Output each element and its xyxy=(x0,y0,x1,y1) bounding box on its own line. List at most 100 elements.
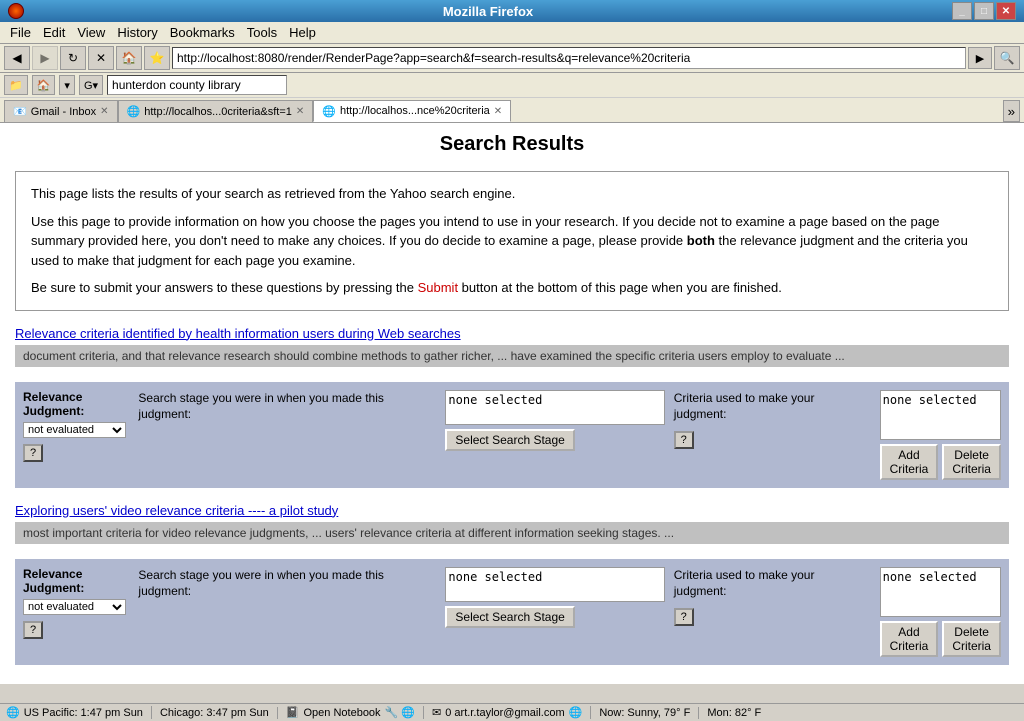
back-btn[interactable]: ◀ xyxy=(4,46,30,70)
status-day: Mon: 82° F xyxy=(707,707,769,719)
eval-2-stage-label: Search stage you were in when you made t… xyxy=(130,559,437,665)
tab-gmail-icon: 📧 xyxy=(13,105,27,118)
eval-1-criteria-textarea[interactable]: none selected xyxy=(880,390,1001,440)
bm-google-btn[interactable]: G▾ xyxy=(79,75,103,95)
eval-2-help-btn[interactable]: ? xyxy=(23,621,43,639)
instructions-para1: This page lists the results of your sear… xyxy=(31,184,993,204)
home-btn[interactable]: 🏠 xyxy=(116,46,142,70)
nav-bar: ◀ ▶ ↻ ✕ 🏠 ⭐ ▶ 🔍 xyxy=(0,44,1024,73)
eval-1-relevance-label: RelevanceJudgment: xyxy=(23,390,84,418)
notebook-extra-icons: 🔧 🌐 xyxy=(385,706,415,719)
eval-1-criteria-buttons: Add Criteria Delete Criteria xyxy=(880,444,1001,480)
minimize-btn[interactable]: _ xyxy=(952,2,972,20)
day-text: Mon: 82° F xyxy=(707,707,761,719)
status-time-right: Chicago: 3:47 pm Sun xyxy=(160,707,278,719)
menu-bar: File Edit View History Bookmarks Tools H… xyxy=(0,22,1024,44)
eval-2-stage-text: Search stage you were in when you made t… xyxy=(138,568,383,599)
eval-1-stage-textarea[interactable]: none selected xyxy=(445,390,665,425)
menu-tools[interactable]: Tools xyxy=(241,23,283,42)
eval-2-select[interactable]: not evaluated relevant not relevant part… xyxy=(23,599,126,615)
status-time-left: 🌐 US Pacific: 1:47 pm Sun xyxy=(6,706,152,719)
eval-1-criteria-text: Criteria used to make your judgment: xyxy=(674,391,815,422)
instructions-box: This page lists the results of your sear… xyxy=(15,171,1009,311)
weather-text: Now: Sunny, 79° F xyxy=(599,707,690,719)
status-time-left-icon: 🌐 xyxy=(6,706,20,719)
eval-2-select-stage-btn[interactable]: Select Search Stage xyxy=(445,606,574,628)
result-1-link[interactable]: Relevance criteria identified by health … xyxy=(15,326,1009,341)
eval-1-criteria-help-btn[interactable]: ? xyxy=(674,431,694,449)
go-btn[interactable]: ▶ xyxy=(968,47,992,69)
bookmarks-search-input[interactable] xyxy=(107,75,287,95)
tab-gmail[interactable]: 📧 Gmail - Inbox ✕ xyxy=(4,100,118,122)
mail-text: 0 art.r.taylor@gmail.com xyxy=(445,707,564,719)
tab-gmail-label: Gmail - Inbox xyxy=(31,106,96,118)
eval-2-stage-input: none selected Select Search Stage xyxy=(437,559,665,665)
eval-2-relevance: RelevanceJudgment: not evaluated relevan… xyxy=(15,559,130,665)
stop-btn[interactable]: ✕ xyxy=(88,46,114,70)
menu-history[interactable]: History xyxy=(111,23,163,42)
result-block-1: Relevance criteria identified by health … xyxy=(15,326,1009,367)
status-mail: ✉ 0 art.r.taylor@gmail.com 🌐 xyxy=(432,706,591,719)
window-title: Mozilla Firefox xyxy=(24,4,952,19)
menu-edit[interactable]: Edit xyxy=(37,23,71,42)
eval-1-select-stage-btn[interactable]: Select Search Stage xyxy=(445,429,574,451)
close-btn[interactable]: ✕ xyxy=(996,2,1016,20)
tab-page1-label: http://localhos...0criteria&sft=1 xyxy=(144,106,292,118)
notebook-text: Open Notebook xyxy=(304,707,381,719)
tab-gmail-close[interactable]: ✕ xyxy=(100,106,108,117)
eval-1-relevance: RelevanceJudgment: not evaluated relevan… xyxy=(15,382,130,488)
eval-2-delete-criteria-btn[interactable]: Delete Criteria xyxy=(942,621,1001,657)
eval-1-criteria-input: none selected Add Criteria Delete Criter… xyxy=(872,382,1009,488)
bm-home-btn[interactable]: 🏠 xyxy=(32,75,56,95)
tab-page2-label: http://localhos...nce%20criteria xyxy=(340,105,490,117)
tab-page2[interactable]: 🌐 http://localhos...nce%20criteria ✕ xyxy=(313,100,511,122)
submit-link[interactable]: Submit xyxy=(418,280,458,295)
status-weather: Now: Sunny, 79° F xyxy=(599,707,699,719)
maximize-btn[interactable]: □ xyxy=(974,2,994,20)
eval-2-criteria-input: none selected Add Criteria Delete Criter… xyxy=(872,559,1009,665)
tab-page2-icon: 🌐 xyxy=(322,105,336,118)
eval-2-criteria-label: Criteria used to make your judgment: ? xyxy=(666,559,872,665)
eval-2-relevance-label: RelevanceJudgment: xyxy=(23,567,84,595)
menu-bookmarks[interactable]: Bookmarks xyxy=(164,23,241,42)
eval-1-stage-input: none selected Select Search Stage xyxy=(437,382,665,488)
eval-2-stage-textarea[interactable]: none selected xyxy=(445,567,665,602)
result-block-2: Exploring users' video relevance criteri… xyxy=(15,503,1009,544)
tab-page2-close[interactable]: ✕ xyxy=(494,106,502,117)
tab-page1-icon: 🌐 xyxy=(127,105,141,118)
address-input[interactable] xyxy=(172,47,966,69)
status-bar: 🌐 US Pacific: 1:47 pm Sun Chicago: 3:47 … xyxy=(0,703,1024,721)
tab-page1[interactable]: 🌐 http://localhos...0criteria&sft=1 ✕ xyxy=(118,100,314,122)
tabs-more-btn[interactable]: » xyxy=(1003,100,1020,122)
tab-page1-close[interactable]: ✕ xyxy=(296,106,304,117)
page-title: Search Results xyxy=(15,133,1009,156)
mail-extra-icon: 🌐 xyxy=(569,706,583,719)
bookmark-page-btn[interactable]: ⭐ xyxy=(144,46,170,70)
eval-1-help-btn[interactable]: ? xyxy=(23,444,43,462)
evaluation-row-2: RelevanceJudgment: not evaluated relevan… xyxy=(15,559,1009,665)
forward-btn[interactable]: ▶ xyxy=(32,46,58,70)
instructions-para2: Use this page to provide information on … xyxy=(31,212,993,271)
eval-2-criteria-textarea[interactable]: none selected xyxy=(880,567,1001,617)
instructions-para3: Be sure to submit your answers to these … xyxy=(31,278,993,298)
eval-1-select[interactable]: not evaluated relevant not relevant part… xyxy=(23,422,126,438)
bm-dropdown-btn[interactable]: ▾ xyxy=(59,75,75,95)
search-btn[interactable]: 🔍 xyxy=(994,46,1020,70)
eval-2-add-criteria-btn[interactable]: Add Criteria xyxy=(880,621,939,657)
tabs-bar: 📧 Gmail - Inbox ✕ 🌐 http://localhos...0c… xyxy=(0,98,1024,123)
reload-btn[interactable]: ↻ xyxy=(60,46,86,70)
bm-icon-btn[interactable]: 📁 xyxy=(4,75,28,95)
status-notebook: 📓 Open Notebook 🔧 🌐 xyxy=(286,706,424,719)
eval-1-delete-criteria-btn[interactable]: Delete Criteria xyxy=(942,444,1001,480)
result-2-link[interactable]: Exploring users' video relevance criteri… xyxy=(15,503,1009,518)
menu-view[interactable]: View xyxy=(71,23,111,42)
menu-help[interactable]: Help xyxy=(283,23,322,42)
eval-2-criteria-buttons: Add Criteria Delete Criteria xyxy=(880,621,1001,657)
eval-1-stage-label: Search stage you were in when you made t… xyxy=(130,382,437,488)
menu-file[interactable]: File xyxy=(4,23,37,42)
eval-2-criteria-help-btn[interactable]: ? xyxy=(674,608,694,626)
result-1-snippet: document criteria, and that relevance re… xyxy=(15,345,1009,367)
title-bar: Mozilla Firefox _ □ ✕ xyxy=(0,0,1024,22)
status-time-left-text: US Pacific: 1:47 pm Sun xyxy=(24,707,143,719)
eval-1-add-criteria-btn[interactable]: Add Criteria xyxy=(880,444,939,480)
